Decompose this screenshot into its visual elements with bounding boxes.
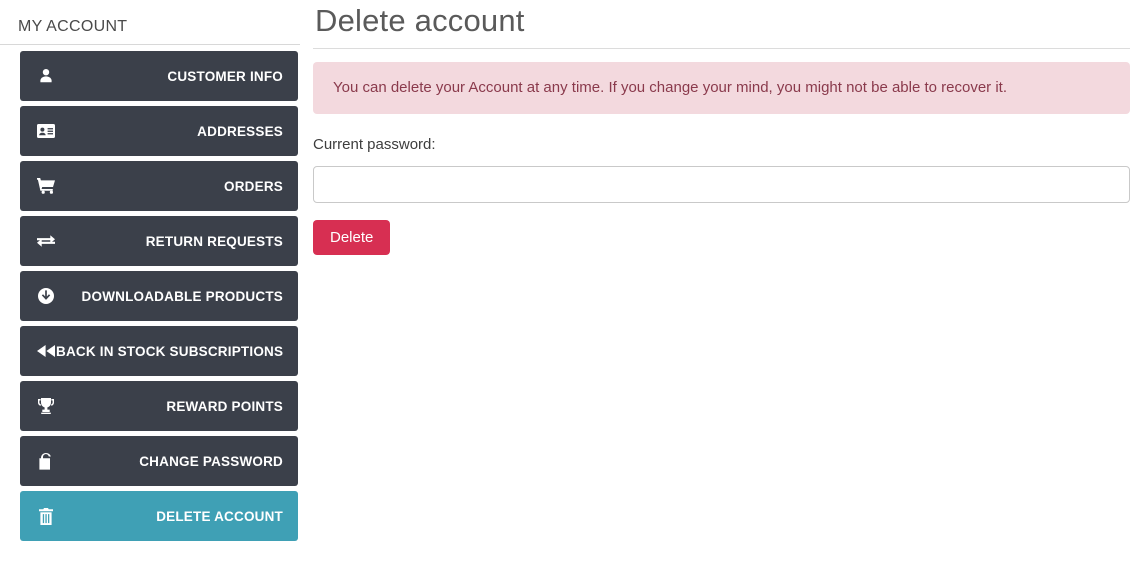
sidebar-item-label: RETURN REQUESTS [145, 233, 283, 249]
sidebar-item-downloadable-products[interactable]: DOWNLOADABLE PRODUCTS [20, 271, 298, 321]
delete-button[interactable]: Delete [313, 220, 391, 255]
sidebar-heading: MY ACCOUNT [0, 0, 300, 45]
shopping-cart-icon [36, 176, 56, 196]
sidebar-item-delete-account[interactable]: DELETE ACCOUNT [20, 491, 298, 541]
sidebar-item-addresses[interactable]: ADDRESSES [20, 106, 298, 156]
current-password-label: Current password: [313, 136, 436, 153]
sidebar-item-change-password[interactable]: CHANGE PASSWORD [20, 436, 298, 486]
backward-icon [36, 341, 56, 361]
sidebar-item-back-in-stock-subscriptions[interactable]: BACK IN STOCK SUBSCRIPTIONS [20, 326, 298, 376]
delete-account-page: MY ACCOUNT CUSTOMER INFO ADDRESSES ORDER… [0, 0, 1146, 575]
sidebar-item-label: ADDRESSES [197, 123, 283, 139]
trophy-icon [36, 396, 56, 416]
unlock-icon [36, 451, 56, 471]
sidebar-item-orders[interactable]: ORDERS [20, 161, 298, 211]
id-card-icon [36, 121, 56, 141]
sidebar-item-label: DOWNLOADABLE PRODUCTS [81, 288, 283, 304]
sidebar-item-label: BACK IN STOCK SUBSCRIPTIONS [56, 343, 284, 359]
download-circle-icon [36, 286, 56, 306]
sidebar-item-customer-info[interactable]: CUSTOMER INFO [20, 51, 298, 101]
user-icon [36, 66, 56, 86]
trash-icon [36, 506, 56, 526]
main-content: Delete account You can delete your Accou… [313, 0, 1130, 255]
my-account-sidebar: MY ACCOUNT CUSTOMER INFO ADDRESSES ORDER… [0, 0, 300, 546]
sidebar-item-reward-points[interactable]: REWARD POINTS [20, 381, 298, 431]
sidebar-item-label: REWARD POINTS [166, 398, 283, 414]
sidebar-item-label: CUSTOMER INFO [167, 68, 283, 84]
sidebar-item-label: DELETE ACCOUNT [156, 508, 283, 524]
sidebar-item-label: ORDERS [224, 178, 283, 194]
current-password-input[interactable] [313, 166, 1130, 203]
page-title: Delete account [313, 0, 1130, 49]
delete-account-warning-alert: You can delete your Account at any time.… [313, 62, 1130, 114]
sidebar-item-label: CHANGE PASSWORD [139, 453, 283, 469]
exchange-arrows-icon [36, 231, 56, 251]
sidebar-item-list: CUSTOMER INFO ADDRESSES ORDERS RETURN RE… [0, 51, 300, 541]
sidebar-item-return-requests[interactable]: RETURN REQUESTS [20, 216, 298, 266]
